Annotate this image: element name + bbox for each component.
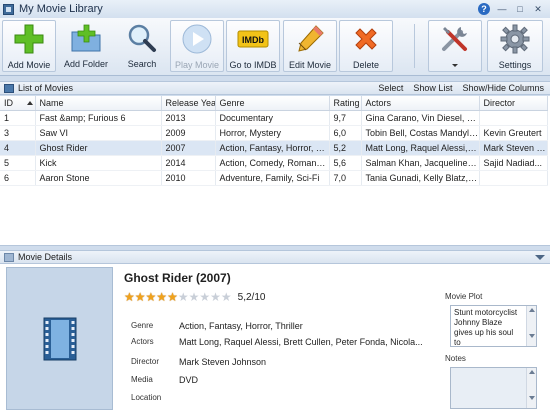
- table-header-row: ID Name Release Year Genre Rating Actors…: [0, 96, 548, 111]
- details-panel-title: Movie Details: [18, 252, 73, 262]
- location-label: Location: [131, 393, 162, 402]
- movie-details: Ghost Rider (2007) ★ ★ ★ ★ ★ ★ ★ ★ ★ ★ 5,2/10 Gen…: [0, 264, 550, 418]
- star-filled-icon[interactable]: ★: [146, 291, 157, 303]
- scroll-down-icon[interactable]: [528, 396, 535, 400]
- window-controls: ? — □ ✕: [478, 3, 544, 15]
- play-icon: [180, 23, 214, 55]
- column-header-id[interactable]: ID: [0, 96, 36, 111]
- toolbar-separator: [414, 24, 415, 68]
- gear-icon: [498, 23, 532, 55]
- show-list-link[interactable]: Show List: [413, 83, 452, 93]
- edit-movie-button[interactable]: Edit Movie: [283, 20, 337, 72]
- window-title: My Movie Library: [19, 3, 103, 15]
- table-row[interactable]: 5 Kick 2014 Action, Comedy, Romance... 5…: [0, 155, 548, 171]
- movie-plot-label: Movie Plot: [445, 292, 483, 301]
- play-movie-button[interactable]: Play Movie: [170, 20, 224, 72]
- delete-button[interactable]: Delete: [339, 20, 393, 72]
- star-filled-icon[interactable]: ★: [156, 291, 167, 303]
- help-icon[interactable]: ?: [478, 3, 490, 15]
- column-header-rating[interactable]: Rating: [329, 96, 362, 111]
- tools-menu-button[interactable]: [428, 20, 482, 72]
- movie-table: ID Name Release Year Genre Rating Actors…: [0, 96, 548, 186]
- genre-value: Action, Fantasy, Horror, Thriller: [179, 321, 303, 331]
- star-filled-icon[interactable]: ★: [124, 291, 135, 303]
- title-bar: My Movie Library ? — □ ✕: [0, 0, 550, 18]
- show-hide-columns-link[interactable]: Show/Hide Columns: [462, 83, 544, 93]
- scroll-up-icon[interactable]: [528, 308, 535, 312]
- table-row[interactable]: 1 Fast &amp; Furious 6 2013 Documentary …: [0, 110, 548, 126]
- movie-poster-placeholder: [6, 267, 113, 410]
- column-header-name[interactable]: Name: [35, 96, 162, 111]
- details-icon: [4, 252, 14, 262]
- star-filled-icon[interactable]: ★: [167, 291, 178, 303]
- folder-plus-icon: [69, 22, 103, 54]
- media-label: Media: [131, 375, 153, 384]
- director-value: Mark Steven Johnson: [179, 357, 267, 367]
- column-header-director[interactable]: Director: [479, 96, 548, 111]
- star-empty-icon[interactable]: ★: [210, 291, 221, 303]
- list-icon: [4, 83, 14, 93]
- maximize-icon[interactable]: □: [514, 3, 526, 15]
- close-icon[interactable]: ✕: [532, 3, 544, 15]
- actors-value: Matt Long, Raquel Alessi, Brett Cullen, …: [179, 337, 423, 347]
- director-label: Director: [131, 357, 160, 366]
- media-value: DVD: [179, 375, 199, 385]
- list-panel-title: List of Movies: [18, 83, 74, 93]
- stars-row: ★ ★ ★ ★ ★ ★ ★ ★ ★ ★: [124, 291, 232, 303]
- movie-plot-text: Stunt motorcyclist Johnny Blaze gives up…: [454, 308, 518, 347]
- go-to-imdb-button[interactable]: IMDb Go to IMDB: [226, 20, 280, 72]
- column-header-actors[interactable]: Actors: [361, 96, 480, 111]
- select-link[interactable]: Select: [378, 83, 403, 93]
- star-empty-icon[interactable]: ★: [189, 291, 200, 303]
- film-strip-icon: [43, 317, 76, 360]
- notes-scrollbar[interactable]: [526, 368, 536, 408]
- search-icon: [125, 22, 159, 54]
- rating-text: 5,2/10: [237, 291, 266, 303]
- sort-ascending-icon: [27, 101, 33, 106]
- plus-icon: [12, 23, 46, 55]
- media-row: Media DVD: [131, 375, 198, 385]
- add-movie-button[interactable]: Add Movie: [2, 20, 56, 72]
- details-panel-header: Movie Details: [0, 250, 550, 264]
- star-empty-icon[interactable]: ★: [199, 291, 210, 303]
- location-row: Location: [131, 393, 179, 402]
- delete-x-icon: [349, 23, 383, 55]
- scroll-down-icon[interactable]: [528, 334, 535, 338]
- column-header-genre[interactable]: Genre: [215, 96, 330, 111]
- movie-title: Ghost Rider (2007): [124, 271, 231, 285]
- dropdown-arrow-icon: [452, 64, 458, 67]
- scroll-up-icon[interactable]: [528, 370, 535, 374]
- star-empty-icon[interactable]: ★: [178, 291, 189, 303]
- movie-list: ID Name Release Year Genre Rating Actors…: [0, 96, 550, 246]
- director-row: Director Mark Steven Johnson: [131, 357, 266, 367]
- table-row[interactable]: 6 Aaron Stone 2010 Adventure, Family, Sc…: [0, 170, 548, 186]
- tools-icon: [438, 23, 472, 55]
- table-row[interactable]: 3 Saw VI 2009 Horror, Mystery 6,0 Tobin …: [0, 125, 548, 141]
- column-header-release-year[interactable]: Release Year: [161, 96, 216, 111]
- table-row-selected[interactable]: 4 Ghost Rider 2007 Action, Fantasy, Horr…: [0, 140, 548, 156]
- rating-stars[interactable]: ★ ★ ★ ★ ★ ★ ★ ★ ★ ★ 5,2/10: [124, 291, 265, 303]
- star-empty-icon[interactable]: ★: [221, 291, 232, 303]
- plot-scrollbar[interactable]: [526, 306, 536, 346]
- notes-textarea[interactable]: [450, 367, 537, 409]
- movie-plot-textarea[interactable]: Stunt motorcyclist Johnny Blaze gives up…: [450, 305, 537, 347]
- svg-text:IMDb: IMDb: [242, 35, 264, 45]
- add-folder-button[interactable]: Add Folder: [59, 20, 113, 72]
- genre-label: Genre: [131, 321, 154, 330]
- imdb-icon: IMDb: [236, 23, 270, 55]
- search-button[interactable]: Search: [115, 20, 169, 72]
- minimize-icon[interactable]: —: [496, 3, 508, 15]
- notes-label: Notes: [445, 354, 466, 363]
- collapse-arrow-icon[interactable]: [535, 255, 545, 260]
- pencil-icon: [293, 23, 327, 55]
- genre-row: Genre Action, Fantasy, Horror, Thriller: [131, 321, 303, 331]
- actors-row: Actors Matt Long, Raquel Alessi, Brett C…: [131, 337, 423, 347]
- toolbar: Add Movie Add Folder Search Play Movie I…: [0, 18, 550, 76]
- list-panel-header: List of Movies Select Show List Show/Hid…: [0, 81, 550, 95]
- actors-label: Actors: [131, 337, 154, 346]
- star-filled-icon[interactable]: ★: [135, 291, 146, 303]
- app-icon: [3, 3, 14, 15]
- settings-button[interactable]: Settings: [487, 20, 543, 72]
